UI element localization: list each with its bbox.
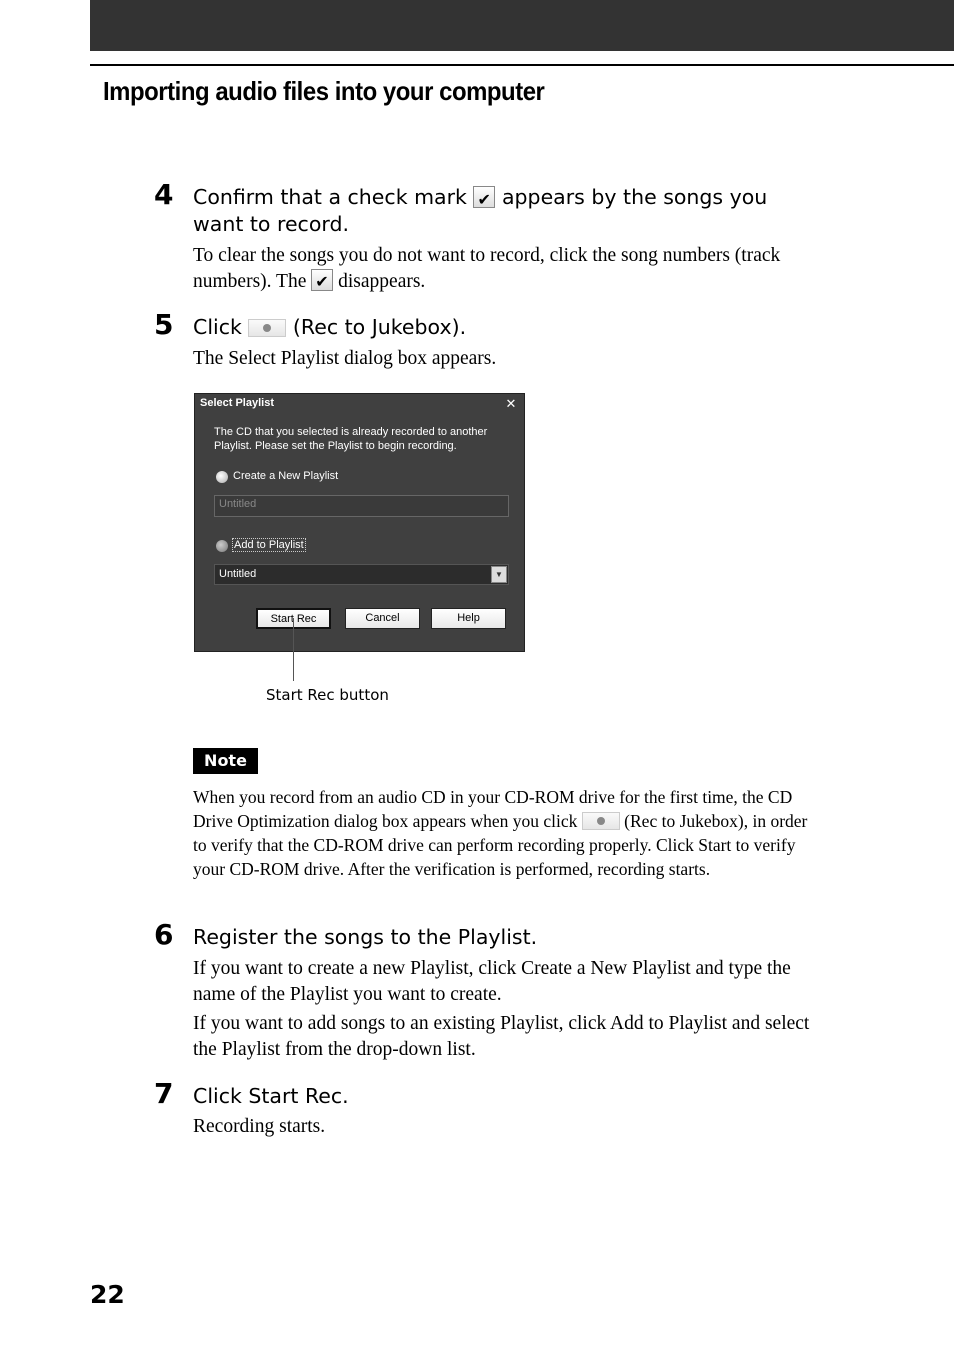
- callout-label: Start Rec button: [266, 686, 389, 704]
- step-5-heading-part2: (Rec to Jukebox).: [292, 315, 467, 339]
- playlist-dropdown[interactable]: Untitled ▼: [214, 564, 509, 585]
- rec-to-jukebox-icon: [248, 319, 287, 337]
- step-5-heading-part1: Click: [193, 315, 242, 339]
- step-7-heading: Click Start Rec.: [193, 1084, 349, 1108]
- dialog-title: Select Playlist: [200, 397, 274, 409]
- step-5-heading: Click (Rec to Jukebox).: [193, 314, 813, 341]
- new-playlist-name-input[interactable]: Untitled: [214, 495, 509, 517]
- checkmark-icon: [473, 186, 496, 213]
- cancel-button[interactable]: Cancel: [345, 608, 420, 629]
- close-icon[interactable]: ✕: [504, 397, 518, 411]
- step-4-body: To clear the songs you do not want to re…: [193, 243, 823, 295]
- page-number: 22: [90, 1280, 125, 1309]
- step-number-7: 7: [154, 1077, 174, 1110]
- step-6-body-2: If you want to add songs to an existing …: [193, 1013, 810, 1060]
- step-number-5: 5: [154, 308, 174, 341]
- page-header-bar: [90, 0, 954, 51]
- step-4-heading-part1: Confirm that a check mark: [193, 185, 467, 209]
- help-button[interactable]: Help: [431, 608, 506, 629]
- section-title: Importing audio files into your computer: [103, 76, 545, 106]
- step-6-body-1: If you want to create a new Playlist, cl…: [193, 958, 791, 1005]
- create-new-playlist-radio[interactable]: [216, 471, 228, 483]
- step-4-heading: Confirm that a check mark appears by the…: [193, 184, 813, 238]
- select-playlist-dialog: Select Playlist ✕ The CD that you select…: [194, 393, 525, 652]
- step-number-4: 4: [154, 178, 174, 211]
- note-text: When you record from an audio CD in your…: [193, 785, 813, 881]
- step-4-body-part1: To clear the songs you do not want to re…: [193, 245, 781, 292]
- note-badge: Note: [193, 748, 258, 774]
- dialog-message: The CD that you selected is already reco…: [214, 426, 488, 452]
- step-4-body-part2: disappears.: [338, 271, 426, 292]
- create-new-playlist-label[interactable]: Create a New Playlist: [233, 470, 338, 482]
- callout-line: [293, 618, 294, 681]
- step-5-body: The Select Playlist dialog box appears.: [193, 348, 497, 369]
- step-6-heading: Register the songs to the Playlist.: [193, 925, 538, 949]
- chevron-down-icon[interactable]: ▼: [491, 566, 507, 583]
- step-7-body: Recording starts.: [193, 1116, 326, 1137]
- playlist-dropdown-value: Untitled: [219, 568, 257, 580]
- add-to-playlist-radio[interactable]: [216, 540, 228, 552]
- checkmark-icon: [311, 269, 334, 295]
- rec-to-jukebox-icon: [581, 812, 620, 830]
- header-rule: [90, 64, 954, 66]
- add-to-playlist-label[interactable]: Add to Playlist: [232, 538, 306, 552]
- step-number-6: 6: [154, 918, 174, 951]
